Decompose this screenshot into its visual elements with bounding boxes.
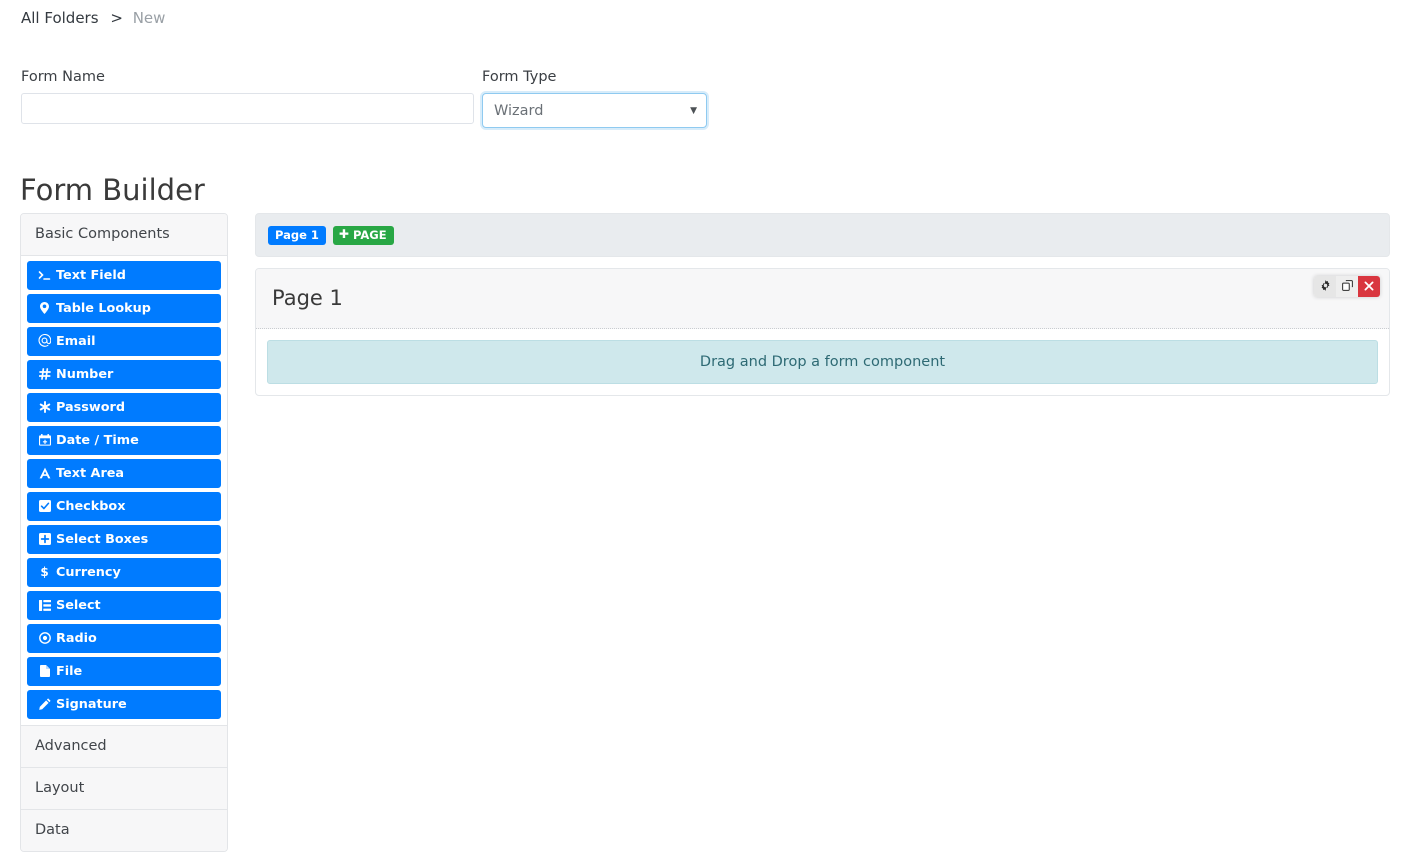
component-label: Radio: [56, 631, 97, 646]
component-button-date-time[interactable]: Date / Time: [27, 426, 221, 455]
form-canvas: Page 1 ✚ PAGE Page 1: [255, 213, 1390, 396]
add-page-label: PAGE: [353, 229, 387, 241]
close-x-icon: [1364, 279, 1374, 294]
component-label: Date / Time: [56, 433, 139, 448]
component-button-currency[interactable]: $ Currency: [27, 558, 221, 587]
calendar-icon: [37, 430, 52, 450]
page-panel-body: Drag and Drop a form component: [256, 329, 1389, 395]
terminal-icon: [37, 265, 52, 285]
form-type-select-wrapper[interactable]: Wizard ▼: [482, 93, 707, 128]
accordion-header-data[interactable]: Data: [21, 810, 227, 851]
copy-icon: [1342, 279, 1353, 294]
component-label: Number: [56, 367, 113, 382]
page-title: Form Builder: [20, 172, 205, 208]
gear-icon: [1320, 279, 1331, 294]
component-label: Select Boxes: [56, 532, 148, 547]
breadcrumb-all-folders[interactable]: All Folders: [21, 9, 99, 27]
page-panel-header: Page 1: [256, 269, 1389, 329]
component-label: Signature: [56, 697, 127, 712]
form-type-label: Form Type: [482, 68, 707, 86]
form-name-label: Form Name: [21, 68, 474, 86]
font-a-icon: [37, 463, 52, 483]
component-label: Password: [56, 400, 125, 415]
component-button-signature[interactable]: Signature: [27, 690, 221, 719]
form-name-group: Form Name: [21, 68, 474, 124]
page-panel-title: Page 1: [272, 285, 1373, 311]
asterisk-icon: [37, 397, 52, 417]
component-label: Checkbox: [56, 499, 125, 514]
component-button-password[interactable]: Password: [27, 393, 221, 422]
dollar-icon: $: [37, 562, 52, 582]
page-tabbar: Page 1 ✚ PAGE: [255, 213, 1390, 257]
plus-square-icon: [37, 529, 52, 549]
breadcrumb-separator: >: [110, 9, 123, 27]
component-button-text-area[interactable]: Text Area: [27, 459, 221, 488]
check-square-icon: [37, 496, 52, 516]
component-label: Email: [56, 334, 95, 349]
component-label: Text Area: [56, 466, 124, 481]
page-duplicate-button[interactable]: [1336, 276, 1358, 297]
page-settings-button[interactable]: [1314, 276, 1336, 297]
component-palette-sidebar: Basic Components Text Field Table Lookup: [20, 213, 228, 852]
component-button-radio[interactable]: Radio: [27, 624, 221, 653]
add-page-button[interactable]: ✚ PAGE: [333, 226, 394, 245]
radio-dot-icon: [37, 628, 52, 648]
page-tab-page-1[interactable]: Page 1: [268, 226, 326, 245]
form-name-input[interactable]: [21, 93, 474, 124]
hash-icon: [37, 364, 52, 384]
component-button-email[interactable]: Email: [27, 327, 221, 356]
page-action-buttons: [1314, 276, 1380, 297]
file-icon: [37, 661, 52, 681]
component-button-checkbox[interactable]: Checkbox: [27, 492, 221, 521]
breadcrumb-current: New: [133, 9, 166, 27]
component-button-table-lookup[interactable]: Table Lookup: [27, 294, 221, 323]
component-button-select[interactable]: Select: [27, 591, 221, 620]
accordion-header-layout[interactable]: Layout: [21, 768, 227, 810]
component-label: Select: [56, 598, 101, 613]
page-remove-button[interactable]: [1358, 276, 1380, 297]
form-type-group: Form Type Wizard ▼: [482, 68, 707, 128]
accordion-header-advanced[interactable]: Advanced: [21, 726, 227, 768]
component-button-file[interactable]: File: [27, 657, 221, 686]
form-component-dropzone[interactable]: Drag and Drop a form component: [267, 340, 1378, 384]
page-panel: Page 1: [255, 268, 1390, 396]
component-label: File: [56, 664, 82, 679]
map-pin-icon: [37, 298, 52, 318]
breadcrumb: All Folders > New: [21, 8, 165, 28]
basic-components-list: Text Field Table Lookup Email: [21, 256, 227, 726]
accordion-header-basic-components[interactable]: Basic Components: [21, 214, 227, 256]
pencil-icon: [37, 694, 52, 714]
component-label: Text Field: [56, 268, 126, 283]
component-button-select-boxes[interactable]: Select Boxes: [27, 525, 221, 554]
plus-icon: ✚: [339, 229, 349, 240]
at-icon: [37, 331, 52, 351]
list-icon: [37, 595, 52, 615]
component-label: Currency: [56, 565, 121, 580]
form-type-select[interactable]: Wizard: [483, 94, 706, 127]
component-label: Table Lookup: [56, 301, 151, 316]
component-button-text-field[interactable]: Text Field: [27, 261, 221, 290]
component-button-number[interactable]: Number: [27, 360, 221, 389]
